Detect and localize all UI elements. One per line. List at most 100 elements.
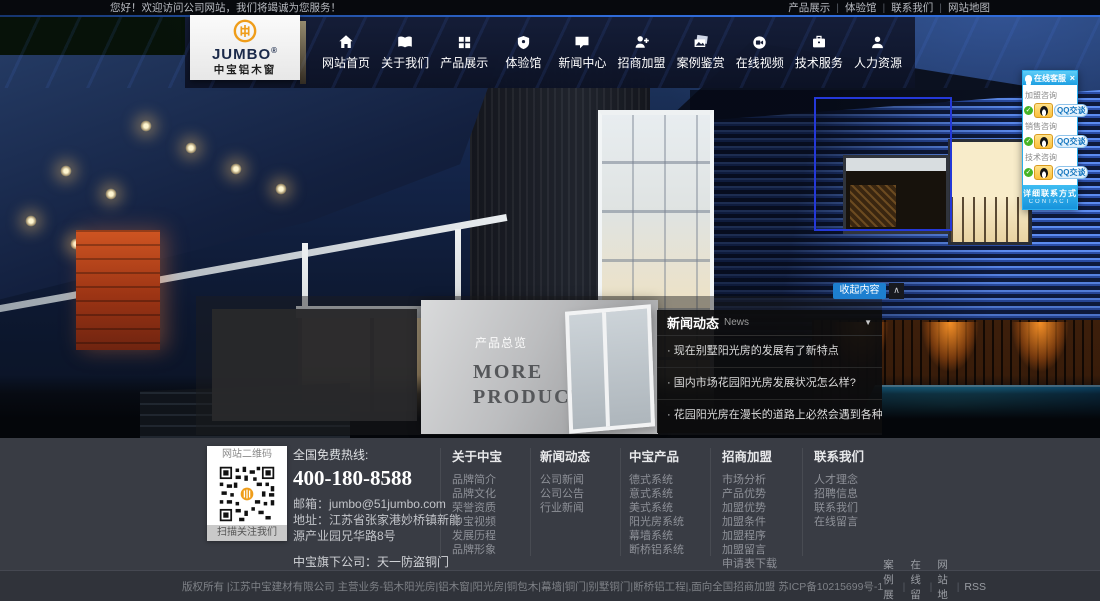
footer-column-products: 中宝产品 德式系统 意式系统 美式系统 阳光房系统 幕墙系统 断桥铝系统 xyxy=(629,446,715,557)
chevron-up-icon[interactable]: ∧ xyxy=(889,283,904,299)
footer-link[interactable]: 品牌文化 xyxy=(452,487,538,501)
footer-link[interactable]: 公司新闻 xyxy=(540,473,626,487)
footer-link[interactable]: 加盟程序 xyxy=(722,529,808,543)
footer-link[interactable]: 联系我们 xyxy=(814,501,900,515)
qr-caption: 扫描关注我们 xyxy=(207,525,287,541)
topbar-link-contact[interactable]: 联系我们 xyxy=(891,0,933,15)
news-item[interactable]: 现在别墅阳光房的发展有了新特点 xyxy=(657,336,882,368)
window-product-image xyxy=(565,304,655,433)
qr-code-card: 网站二维码 xyxy=(207,446,287,541)
footer-link[interactable]: 发展历程 xyxy=(452,529,538,543)
nav-item-hr[interactable]: 人力资源 xyxy=(850,17,906,88)
separator: | xyxy=(930,581,933,593)
nav-item-videos[interactable]: 在线视频 xyxy=(732,17,788,88)
service-row: ✓ QQ交谈 xyxy=(1024,134,1076,149)
footer: 网站二维码 xyxy=(0,438,1100,570)
logo-brand: JUMBO® xyxy=(212,44,278,61)
service-group-label: 加盟咨询 xyxy=(1025,90,1075,101)
footer-link[interactable]: 加盟优势 xyxy=(722,501,808,515)
user-icon xyxy=(870,34,885,50)
more-products-panel[interactable]: 产品总览 MORE PRODUCTS xyxy=(421,300,658,434)
topbar-links: 产品展示 | 体验馆 | 联系我们 | 网站地图 xyxy=(788,0,990,15)
footer-link[interactable]: 阳光房系统 xyxy=(629,515,715,529)
footer-link[interactable]: 品牌简介 xyxy=(452,473,538,487)
book-icon xyxy=(397,34,413,50)
footer-contact: 全国免费热线: 400-180-8588 邮箱：jumbo@51jumbo.co… xyxy=(293,446,471,570)
nav-item-products[interactable]: 产品展示 xyxy=(436,17,492,88)
qq-icon xyxy=(1034,165,1053,180)
contact-details-button[interactable]: 详细联系方式 CONTACT xyxy=(1023,185,1077,209)
topbar-link-products[interactable]: 产品展示 xyxy=(788,0,830,15)
nav-item-franchise[interactable]: 招商加盟 xyxy=(614,17,670,88)
hero-art-ceiling-light xyxy=(140,120,152,132)
footer-link[interactable]: 加盟条件 xyxy=(722,515,808,529)
service-row: ✓ QQ交谈 xyxy=(1024,165,1076,180)
footer-link[interactable]: 人才理念 xyxy=(814,473,900,487)
news-item[interactable]: 花园阳光房在漫长的道路上必然会遇到各种挑战 xyxy=(657,400,882,431)
qq-chat-button[interactable]: QQ交谈 xyxy=(1054,166,1088,179)
video-icon xyxy=(752,34,767,50)
online-service-panel: 在线客服 × 加盟咨询 ✓ QQ交谈 销售咨询 ✓ QQ交谈 技术咨询 ✓ QQ… xyxy=(1022,70,1078,210)
user-plus-icon xyxy=(634,34,650,50)
logo[interactable]: JUMBO® 中宝铝木窗 xyxy=(190,15,300,80)
nav-item-cases[interactable]: 案例鉴赏 xyxy=(673,17,729,88)
nav-item-news[interactable]: 新闻中心 xyxy=(554,17,610,88)
nav-item-tech-service[interactable]: 技术服务 xyxy=(791,17,847,88)
footer-link[interactable]: 公司公告 xyxy=(540,487,626,501)
news-title: 新闻动态 xyxy=(667,313,719,332)
footer-column-franchise: 招商加盟 市场分析 产品优势 加盟优势 加盟条件 加盟程序 加盟留言 申请表下载 xyxy=(722,446,808,571)
nav-item-showroom[interactable]: 体验馆 xyxy=(495,17,551,88)
footer-link[interactable]: 品牌形象 xyxy=(452,543,538,557)
footer-link[interactable]: 行业新闻 xyxy=(540,501,626,515)
footer-link[interactable]: 产品优势 xyxy=(722,487,808,501)
user-icon xyxy=(1025,75,1032,82)
welcome-text: 您好！欢迎访问公司网站，我们将竭诚为您服务！ xyxy=(110,0,341,15)
footer-address: 地址：江苏省张家港妙桥镇新能源产业园兄华路8号 xyxy=(293,512,471,544)
qr-code-image xyxy=(218,465,276,523)
service-group-label: 销售咨询 xyxy=(1025,121,1075,132)
separator: | xyxy=(939,2,942,14)
separator: | xyxy=(836,2,839,14)
footer-link[interactable]: 中宝视频 xyxy=(452,515,538,529)
news-subtitle: News xyxy=(724,317,749,328)
bottom-link-cases[interactable]: 案例展示 xyxy=(883,557,897,601)
footer-link[interactable]: 美式系统 xyxy=(629,501,715,515)
footer-link[interactable]: 招聘信息 xyxy=(814,487,900,501)
collapse-content-button[interactable]: 收起内容 xyxy=(833,283,886,299)
bottombar: 版权所有 |江苏中宝建材有限公司 主营业务-铝木阳光房|铝木窗|阳光房|铜包木|… xyxy=(0,570,1100,601)
online-status-icon: ✓ xyxy=(1024,168,1033,177)
nav-menu: 网站首页 关于我们 产品展示 体验馆 新闻中心 招商加盟 xyxy=(318,17,906,88)
qq-chat-button[interactable]: QQ交谈 xyxy=(1054,104,1088,117)
footer-link[interactable]: 德式系统 xyxy=(629,473,715,487)
nav-item-about[interactable]: 关于我们 xyxy=(377,17,433,88)
qq-icon xyxy=(1034,103,1053,118)
footer-email: 邮箱：jumbo@51jumbo.com xyxy=(293,496,471,512)
chevron-down-icon[interactable]: ▼ xyxy=(864,318,872,327)
qq-icon xyxy=(1034,134,1053,149)
bottom-link-message[interactable]: 在线留言 xyxy=(910,557,924,601)
bottom-link-sitemap[interactable]: 网站地图 xyxy=(937,557,951,601)
news-header: 新闻动态 News ▼ xyxy=(657,310,882,336)
footer-link[interactable]: 加盟留言 xyxy=(722,543,808,557)
separator: | xyxy=(883,2,886,14)
news-item[interactable]: 国内市场花园阳光房发展状况怎么样? xyxy=(657,368,882,400)
footer-link[interactable]: 在线留言 xyxy=(814,515,900,529)
topbar-link-sitemap[interactable]: 网站地图 xyxy=(948,0,990,15)
hero-art-ceiling-light xyxy=(60,165,72,177)
products-dark-panel xyxy=(212,309,417,421)
home-icon xyxy=(338,34,354,50)
hotline-label: 全国免费热线: xyxy=(293,446,471,463)
online-status-icon: ✓ xyxy=(1024,106,1033,115)
close-icon[interactable]: × xyxy=(1070,74,1075,83)
footer-link[interactable]: 荣誉资质 xyxy=(452,501,538,515)
footer-link[interactable]: 市场分析 xyxy=(722,473,808,487)
footer-link[interactable]: 断桥铝系统 xyxy=(629,543,715,557)
nav-item-home[interactable]: 网站首页 xyxy=(318,17,374,88)
qq-chat-button[interactable]: QQ交谈 xyxy=(1054,135,1088,148)
bottom-link-rss[interactable]: RSS xyxy=(964,581,986,593)
news-panel: 新闻动态 News ▼ 现在别墅阳光房的发展有了新特点 国内市场花园阳光房发展状… xyxy=(657,310,882,433)
briefcase-icon xyxy=(811,34,827,50)
footer-link[interactable]: 意式系统 xyxy=(629,487,715,501)
footer-link[interactable]: 幕墙系统 xyxy=(629,529,715,543)
topbar-link-showroom[interactable]: 体验馆 xyxy=(845,0,877,15)
